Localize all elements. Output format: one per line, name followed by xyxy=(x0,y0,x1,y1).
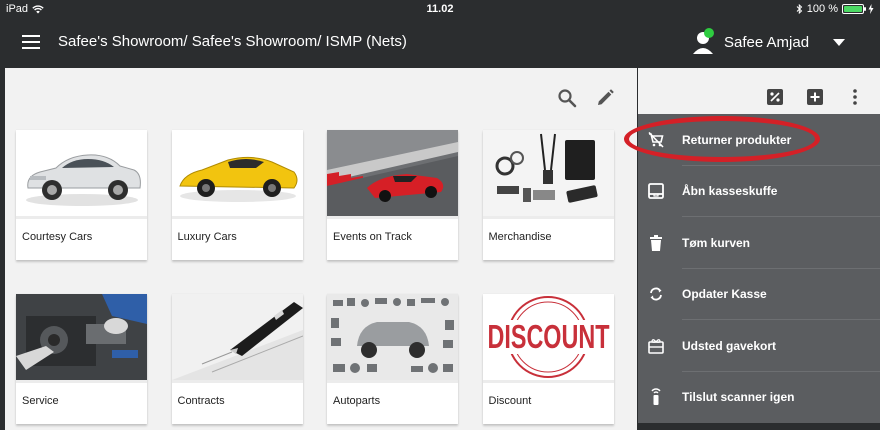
menu-item-label: Opdater Kasse xyxy=(682,287,767,302)
category-tile-contracts[interactable]: Contracts xyxy=(171,294,303,424)
menu-item-open-cash-drawer[interactable]: Åbn kasseskuffe xyxy=(638,166,880,217)
gift-card-icon xyxy=(648,337,664,355)
app-header: Safee's Showroom/ Safee's Showroom/ ISMP… xyxy=(0,18,880,66)
menu-item-reconnect-scanner[interactable]: Tilslut scanner igen xyxy=(638,372,880,424)
menu-item-label: Udsted gavekort xyxy=(682,338,777,353)
more-vert-icon[interactable] xyxy=(846,88,864,106)
bluetooth-icon xyxy=(796,4,803,14)
catalog-toolbar xyxy=(557,88,615,108)
trash-icon xyxy=(648,234,664,252)
menu-item-label: Returner produkter xyxy=(682,132,792,147)
tile-label: Discount xyxy=(488,395,532,407)
charging-icon xyxy=(868,4,874,14)
tile-label: Contracts xyxy=(177,395,225,407)
menu-item-label: Åbn kasseskuffe xyxy=(682,184,778,199)
category-tile-luxury-cars[interactable]: Luxury Cars xyxy=(171,130,303,260)
white-sedan-image xyxy=(16,130,147,216)
menu-item-empty-cart[interactable]: Tøm kurven xyxy=(638,217,880,269)
user-menu[interactable]: Safee Amjad xyxy=(692,24,846,60)
tile-label: Events on Track xyxy=(333,231,412,243)
battery-percent: 100 % xyxy=(806,3,838,15)
actions-menu: Returner produkter Åbn kasseskuffe Tøm k… xyxy=(638,114,880,423)
menu-item-issue-gift-card[interactable]: Udsted gavekort xyxy=(638,320,880,372)
scanner-icon xyxy=(648,388,664,406)
status-right: 100 % xyxy=(796,3,874,15)
status-bar: iPad 11.02 100 % xyxy=(0,0,880,18)
category-grid: Courtesy Cars Luxury Cars Events on Trac… xyxy=(16,130,614,424)
user-name: Safee Amjad xyxy=(724,33,810,51)
tile-label: Courtesy Cars xyxy=(22,231,93,243)
menu-item-label: Tøm kurven xyxy=(682,235,751,250)
product-catalog: Courtesy Cars Luxury Cars Events on Trac… xyxy=(5,68,637,430)
tile-label: Autoparts xyxy=(333,395,381,407)
tile-label: Service xyxy=(22,395,59,407)
menu-item-return-products[interactable]: Returner produkter xyxy=(638,114,880,166)
percent-discount-icon[interactable] xyxy=(766,88,784,106)
panel-toolbar xyxy=(638,68,880,114)
battery-icon xyxy=(842,4,866,14)
page-title: Safee's Showroom/ Safee's Showroom/ ISMP… xyxy=(58,33,407,50)
category-tile-merchandise[interactable]: Merchandise xyxy=(482,130,614,260)
chevron-down-icon[interactable] xyxy=(833,38,846,46)
discount-stamp-image: DISCOUNT xyxy=(482,294,614,380)
yellow-supercar-image xyxy=(171,130,303,216)
search-icon[interactable] xyxy=(557,88,577,108)
tile-label: Merchandise xyxy=(488,231,552,243)
status-time: 11.02 xyxy=(426,3,454,15)
category-tile-courtesy-cars[interactable]: Courtesy Cars xyxy=(16,130,147,260)
category-tile-service[interactable]: Service xyxy=(16,294,147,424)
remove-cart-icon xyxy=(648,131,664,149)
merchandise-image xyxy=(482,130,614,216)
category-tile-events-on-track[interactable]: Events on Track xyxy=(327,130,458,260)
menu-item-label: Tilslut scanner igen xyxy=(682,390,795,405)
engine-service-image xyxy=(16,294,147,380)
cash-drawer-icon xyxy=(648,182,664,200)
tile-label: Luxury Cars xyxy=(177,231,237,243)
car-parts-image xyxy=(327,294,458,380)
svg-text:DISCOUNT: DISCOUNT xyxy=(487,318,609,355)
refresh-icon xyxy=(648,285,664,303)
category-tile-discount[interactable]: DISCOUNT Discount xyxy=(482,294,614,424)
race-track-image xyxy=(327,130,458,216)
edit-pencil-icon[interactable] xyxy=(595,88,615,108)
menu-icon[interactable] xyxy=(22,35,40,49)
actions-panel: Returner produkter Åbn kasseskuffe Tøm k… xyxy=(638,68,880,430)
menu-item-update-register[interactable]: Opdater Kasse xyxy=(638,269,880,320)
add-box-icon[interactable] xyxy=(806,88,824,106)
contract-pen-image xyxy=(171,294,303,380)
category-tile-autoparts[interactable]: Autoparts xyxy=(327,294,458,424)
user-avatar-icon xyxy=(693,28,714,54)
